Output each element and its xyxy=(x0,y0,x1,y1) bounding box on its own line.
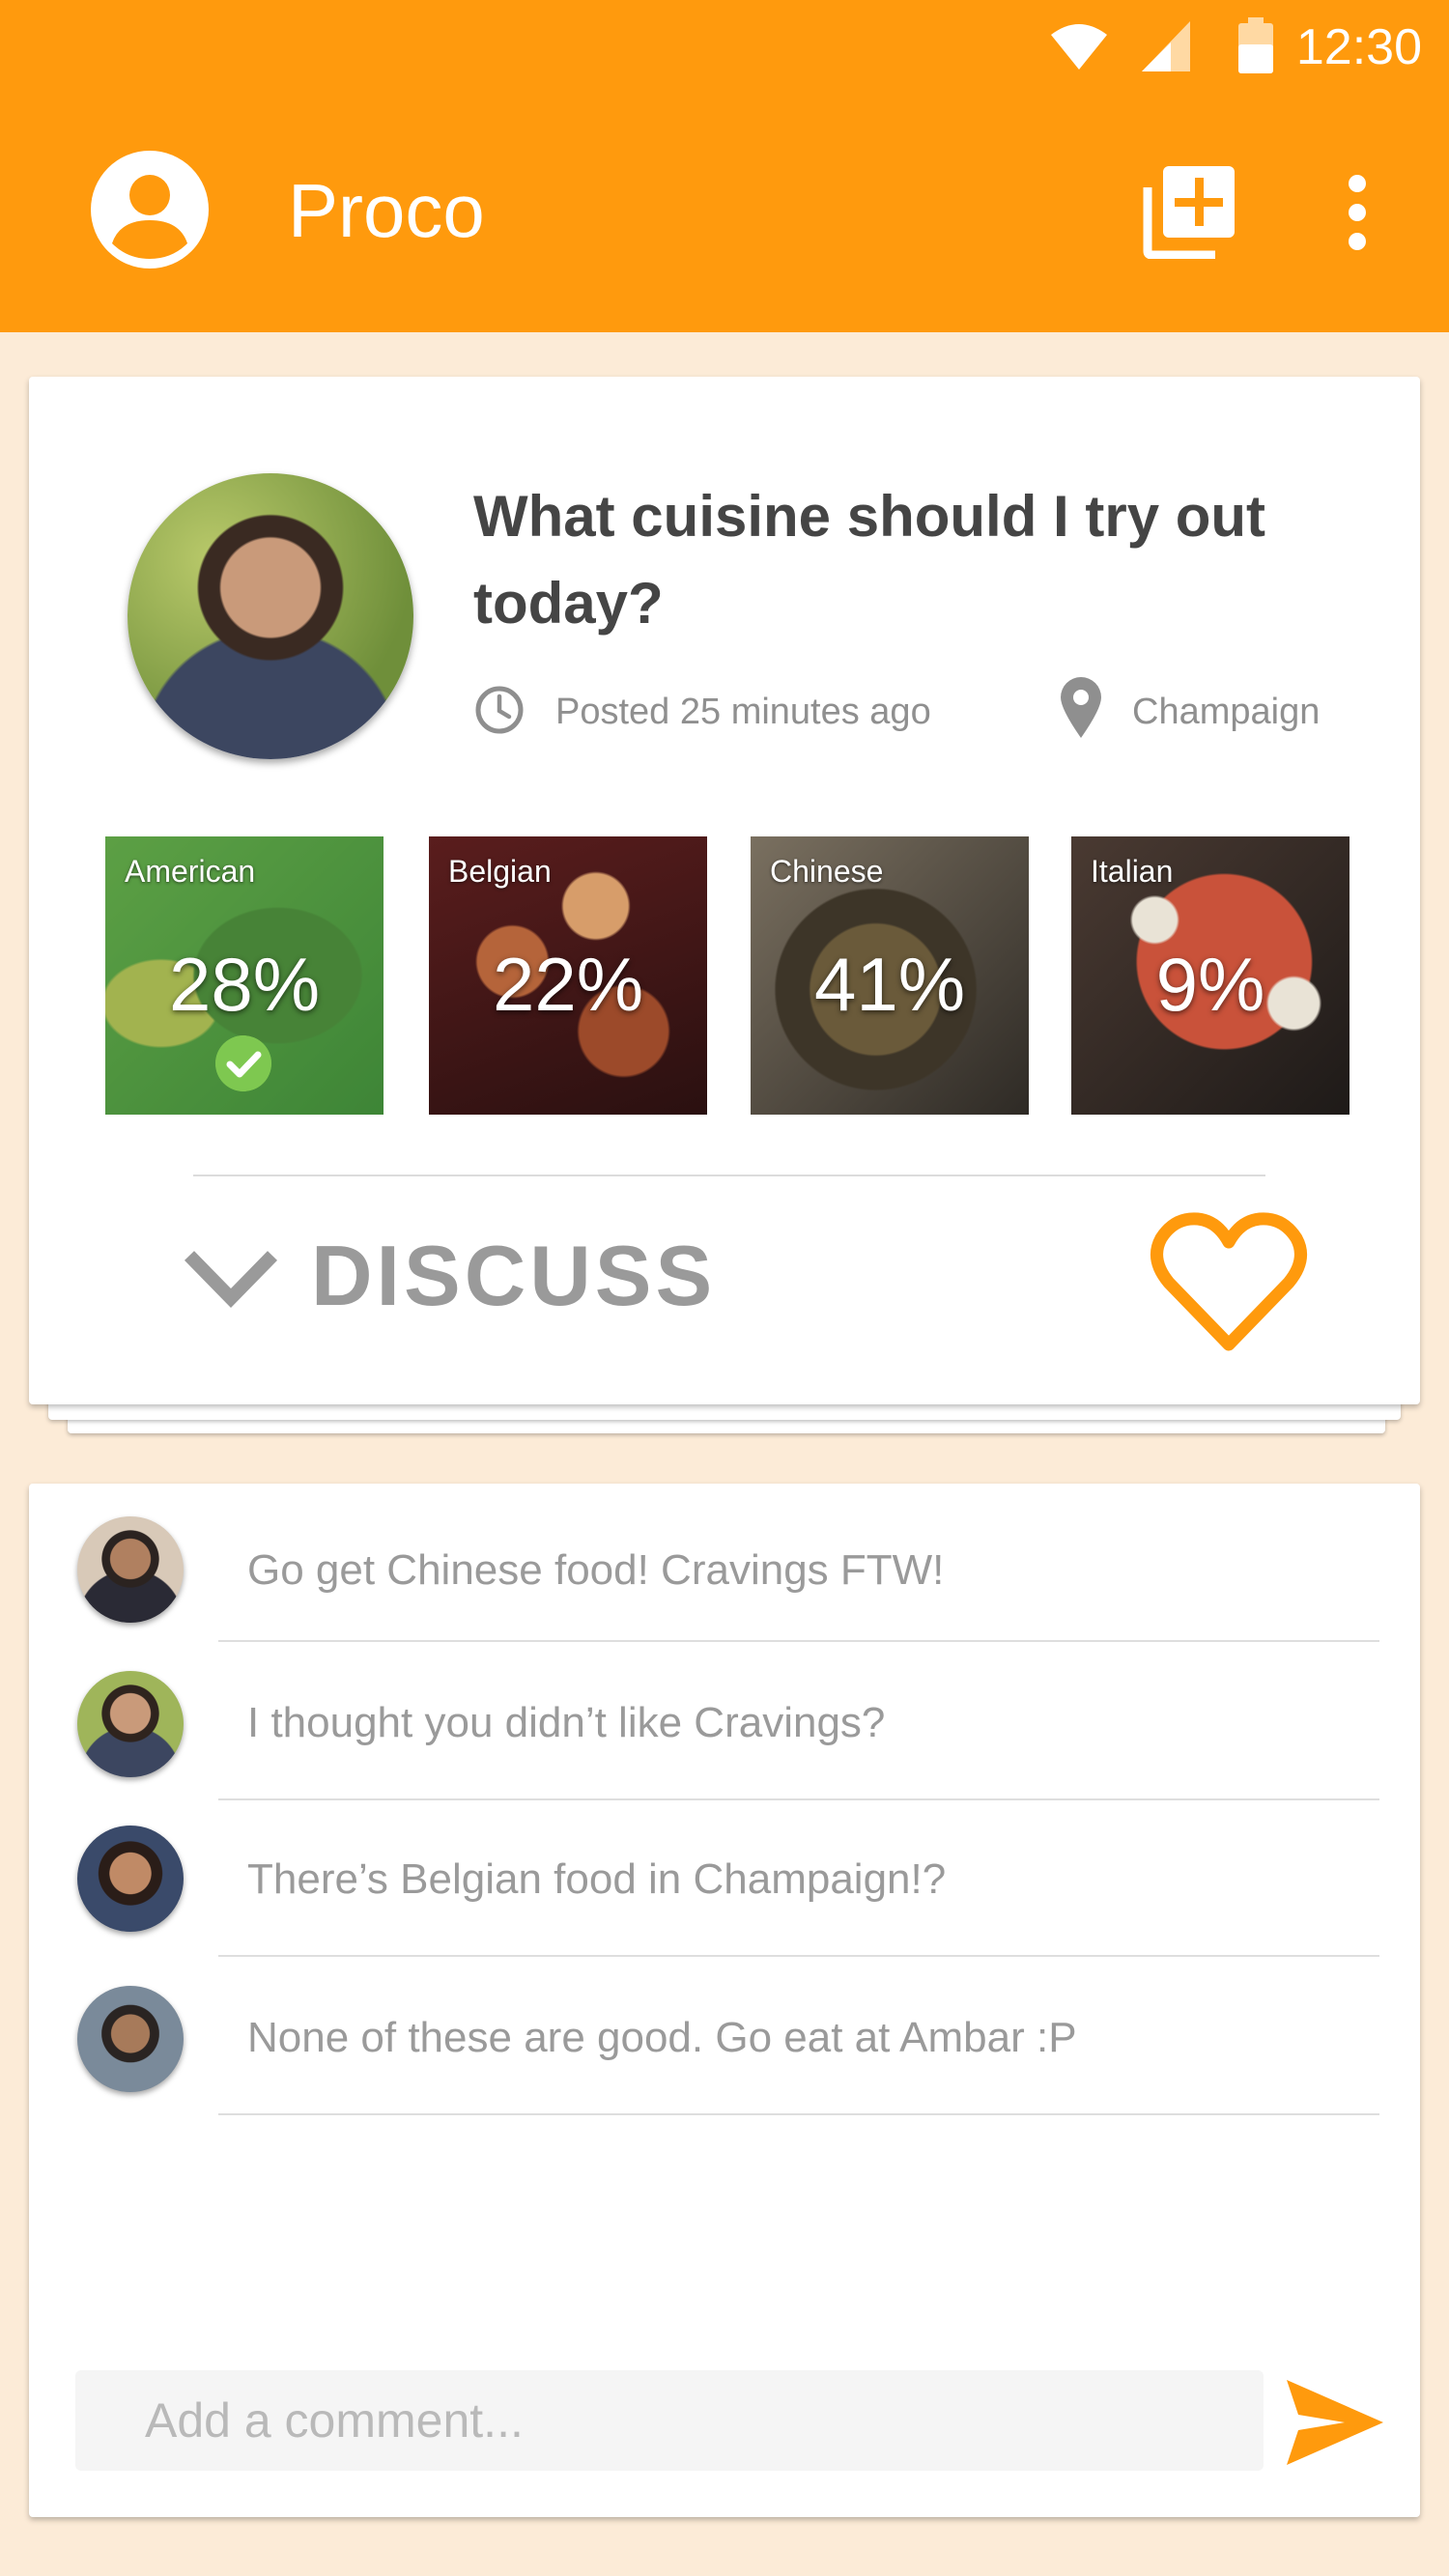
option-label: Belgian xyxy=(448,854,552,889)
comment-avatar[interactable] xyxy=(77,1671,184,1777)
add-poll-icon[interactable] xyxy=(1142,162,1238,259)
status-time: 12:30 xyxy=(1295,19,1422,75)
option-label: American xyxy=(125,854,256,889)
option-belgian[interactable]: Belgian 22% xyxy=(429,836,707,1115)
app-title: Proco xyxy=(288,168,485,253)
send-icon[interactable] xyxy=(1285,2378,1385,2467)
comment-divider xyxy=(218,1798,1379,1800)
option-label: Chinese xyxy=(770,854,884,889)
wifi-icon xyxy=(1051,24,1107,70)
comment-divider xyxy=(218,1640,1379,1642)
option-italian[interactable]: Italian 9% xyxy=(1071,836,1350,1115)
option-american[interactable]: American 28% xyxy=(105,836,384,1115)
selected-check-icon xyxy=(215,1035,271,1091)
comment-text: There’s Belgian food in Champaign!? xyxy=(247,1855,947,1903)
comment-input[interactable] xyxy=(75,2370,1264,2471)
comment-text: Go get Chinese food! Cravings FTW! xyxy=(247,1546,945,1594)
comment-divider xyxy=(218,1955,1379,1957)
comment-text: None of these are good. Go eat at Ambar … xyxy=(247,2014,1077,2061)
discuss-button[interactable]: DISCUSS xyxy=(311,1223,716,1329)
clock-icon xyxy=(475,686,524,734)
option-percent: 22% xyxy=(492,942,644,1027)
comment-avatar[interactable] xyxy=(77,1826,184,1932)
divider xyxy=(193,1175,1265,1176)
battery-icon xyxy=(1238,17,1273,73)
comment-divider xyxy=(218,2113,1379,2115)
comments-card: Go get Chinese food! Cravings FTW! I tho… xyxy=(29,1484,1420,2517)
question-card: What cuisine should I try out today? Pos… xyxy=(29,377,1420,1404)
post-location: Champaign xyxy=(1132,692,1321,732)
question-title: What cuisine should I try out today? xyxy=(473,484,1266,636)
cell-signal-icon xyxy=(1142,21,1190,71)
comment-avatar[interactable] xyxy=(77,1516,184,1623)
option-percent: 9% xyxy=(1155,942,1265,1027)
location-pin-icon xyxy=(1061,677,1101,738)
comment-avatar[interactable] xyxy=(77,1986,184,2092)
option-chinese[interactable]: Chinese 41% xyxy=(751,836,1029,1115)
option-label: Italian xyxy=(1091,854,1174,889)
more-vert-icon[interactable] xyxy=(1341,174,1374,251)
option-percent: 41% xyxy=(813,942,966,1027)
asker-avatar[interactable] xyxy=(128,473,413,759)
posted-time: Posted 25 minutes ago xyxy=(555,692,931,732)
app-bar: 12:30 Proco xyxy=(0,0,1449,332)
chevron-down-icon[interactable] xyxy=(184,1246,278,1314)
heart-icon[interactable] xyxy=(1150,1209,1308,1354)
option-percent: 28% xyxy=(168,942,321,1027)
comment-text: I thought you didn’t like Cravings? xyxy=(247,1699,886,1746)
account-icon[interactable] xyxy=(91,151,209,269)
